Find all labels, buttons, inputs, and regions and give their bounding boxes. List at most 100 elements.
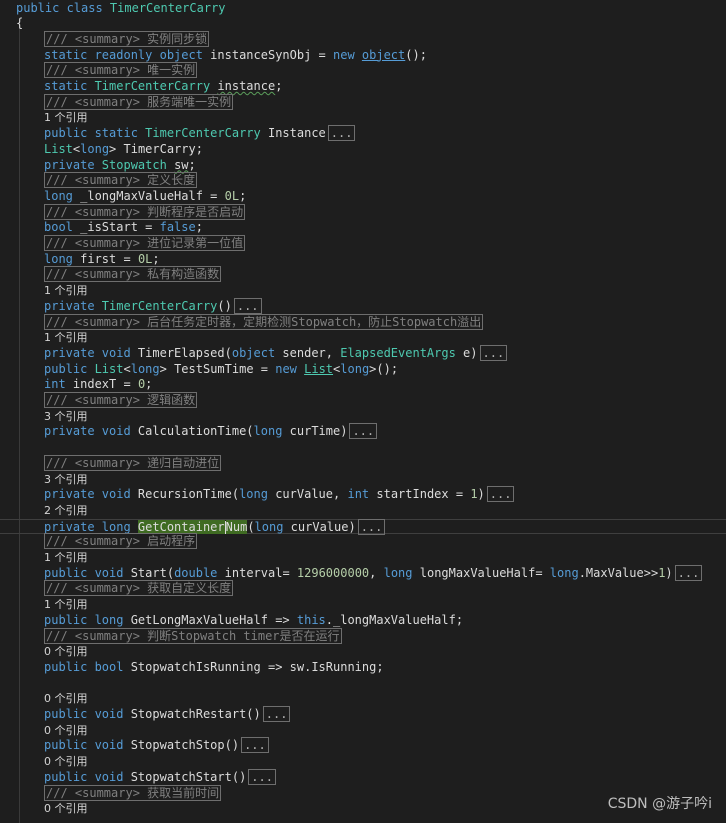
number-token: 1296000000 xyxy=(296,565,370,580)
code-line[interactable]: public class TimerCenterCarry xyxy=(0,1,726,17)
collapsed-summary-comment[interactable]: /// <summary> 获取自定义长度 xyxy=(44,580,234,597)
code-line[interactable]: /// <summary> 唯一实例 xyxy=(0,62,726,79)
keyword-token: bool xyxy=(44,220,73,235)
collapsed-summary-comment[interactable]: /// <summary> 逻辑函数 xyxy=(44,392,198,408)
code-line[interactable]: /// <summary> 判断Stopwatch timer是否在运行 xyxy=(0,627,726,645)
collapsed-region-toggle[interactable]: ... xyxy=(262,706,291,722)
collapsed-summary-comment[interactable]: /// <summary> 判断Stopwatch timer是否在运行 xyxy=(44,627,342,644)
code-line[interactable]: /// <summary> 进位记录第一位值 xyxy=(0,235,726,252)
code-line[interactable]: 0 个引用 xyxy=(0,723,726,739)
codelens-reference[interactable]: 1 个引用 xyxy=(44,598,88,611)
collapsed-summary-comment[interactable]: /// <summary> 服务端唯一实例 xyxy=(44,93,234,110)
code-line[interactable]: bool _isStart = false; xyxy=(0,220,726,236)
code-line[interactable]: public void StopwatchRestart()... xyxy=(0,706,726,723)
codelens-reference[interactable]: 3 个引用 xyxy=(44,473,88,486)
code-line[interactable]: 3 个引用 xyxy=(0,409,726,425)
codelens-reference[interactable]: 1 个引用 xyxy=(44,284,88,297)
code-line[interactable]: static readonly object instanceSynObj = … xyxy=(0,48,726,64)
code-line[interactable]: /// <summary> 服务端唯一实例 xyxy=(0,93,726,111)
code-line[interactable]: public void StopwatchStop()... xyxy=(0,737,726,754)
collapsed-summary-comment[interactable]: /// <summary> 获取当前时间 xyxy=(44,784,222,801)
code-line[interactable]: public List<long> TestSumTime = new List… xyxy=(0,362,726,378)
code-line[interactable]: public long GetLongMaxValueHalf => this.… xyxy=(0,613,726,629)
text-token: interval= xyxy=(217,565,297,580)
code-line[interactable]: long first = 0L; xyxy=(0,252,726,268)
code-line[interactable]: public void Start(double interval= 12960… xyxy=(0,564,726,582)
code-line[interactable]: 3 个引用 xyxy=(0,472,726,488)
code-line[interactable]: 1 个引用 xyxy=(0,330,726,346)
code-line[interactable]: private void RecursionTime(long curValue… xyxy=(0,486,726,503)
collapsed-summary-comment[interactable]: /// <summary> 进位记录第一位值 xyxy=(44,235,246,251)
collapsed-region-toggle[interactable]: ... xyxy=(241,737,269,754)
codelens-reference[interactable]: 0 个引用 xyxy=(44,645,88,658)
codelens-reference[interactable]: 0 个引用 xyxy=(44,755,88,768)
codelens-reference[interactable]: 0 个引用 xyxy=(44,724,88,737)
code-line[interactable]: 1 个引用 xyxy=(0,110,726,126)
codelens-reference[interactable]: 0 个引用 xyxy=(44,692,88,705)
code-line[interactable]: /// <summary> 获取自定义长度 xyxy=(0,580,726,597)
code-line[interactable]: 2 个引用 xyxy=(0,503,726,519)
code-line[interactable]: /// <summary> 实例同步锁 xyxy=(0,30,726,48)
code-line[interactable]: public bool StopwatchIsRunning => sw.IsR… xyxy=(0,660,726,676)
code-line[interactable] xyxy=(0,440,726,456)
text-token: < xyxy=(123,361,131,376)
codelens-reference[interactable]: 0 个引用 xyxy=(44,802,88,815)
text-token: StopwatchIsRunning => sw.IsRunning; xyxy=(130,659,384,674)
code-line[interactable]: 0 个引用 xyxy=(0,754,726,770)
code-line-current[interactable]: private long GetContainerNum(long curVal… xyxy=(0,518,726,535)
keyword-token: public void xyxy=(44,565,131,580)
collapsed-region-toggle[interactable]: ... xyxy=(248,768,276,785)
collapsed-region-toggle[interactable]: ... xyxy=(349,423,378,440)
code-line[interactable]: 1 个引用 xyxy=(0,550,726,566)
code-line[interactable]: private void TimerElapsed(object sender,… xyxy=(0,344,726,362)
collapsed-region-toggle[interactable]: ... xyxy=(479,344,508,361)
collapsed-region-toggle[interactable]: ... xyxy=(233,297,262,314)
collapsed-summary-comment[interactable]: /// <summary> 递归自动进位 xyxy=(44,454,222,471)
codelens-reference[interactable]: 1 个引用 xyxy=(44,111,88,124)
collapsed-summary-comment[interactable]: /// <summary> 后台任务定时器，定期检测Stopwatch，防止St… xyxy=(44,313,484,330)
text-token: Start( xyxy=(130,565,175,580)
code-line[interactable]: 0 个引用 xyxy=(0,691,726,707)
collapsed-summary-comment[interactable]: /// <summary> 唯一实例 xyxy=(44,62,198,79)
code-line[interactable]: List<long> TimerCarry; xyxy=(0,142,726,158)
collapsed-region-toggle[interactable]: ... xyxy=(327,125,356,142)
code-line[interactable]: private Stopwatch sw; xyxy=(0,158,726,174)
collapsed-region-toggle[interactable]: ... xyxy=(357,518,386,535)
code-line[interactable]: public void StopwatchStart()... xyxy=(0,768,726,786)
collapsed-region-toggle[interactable]: ... xyxy=(674,564,703,581)
text-token: ; xyxy=(188,157,196,172)
code-line[interactable]: /// <summary> 私有构造函数 xyxy=(0,266,726,283)
code-line[interactable]: { xyxy=(0,16,726,32)
codelens-reference[interactable]: 3 个引用 xyxy=(44,410,88,423)
code-line[interactable]: /// <summary> 后台任务定时器，定期检测Stopwatch，防止St… xyxy=(0,313,726,331)
code-line[interactable]: static TimerCenterCarry instance; xyxy=(0,79,726,95)
keyword-token: public void xyxy=(44,707,131,721)
codelens-reference[interactable]: 1 个引用 xyxy=(44,551,88,564)
collapsed-summary-comment[interactable]: /// <summary> 定义长度 xyxy=(44,172,198,189)
collapsed-summary-comment[interactable]: /// <summary> 私有构造函数 xyxy=(44,266,222,283)
code-line[interactable]: 1 个引用 xyxy=(0,597,726,613)
code-line[interactable]: int indexT = 0; xyxy=(0,377,726,393)
code-line[interactable]: 1 个引用 xyxy=(0,283,726,299)
text-token: ; xyxy=(195,220,203,235)
code-line[interactable]: public static TimerCenterCarry Instance.… xyxy=(0,125,726,142)
code-line[interactable]: long _longMaxValueHalf = 0L; xyxy=(0,189,726,205)
collapsed-summary-comment[interactable]: /// <summary> 实例同步锁 xyxy=(44,30,210,47)
code-line[interactable]: private TimerCenterCarry()... xyxy=(0,297,726,315)
code-editor[interactable]: public class TimerCenterCarry{/// <summa… xyxy=(0,0,726,823)
code-line[interactable]: /// <summary> 递归自动进位 xyxy=(0,454,726,472)
collapsed-summary-comment[interactable]: /// <summary> 判断程序是否启动 xyxy=(44,203,246,220)
code-line[interactable] xyxy=(0,676,726,692)
codelens-reference[interactable]: 2 个引用 xyxy=(44,504,88,517)
code-line[interactable]: /// <summary> 启动程序 xyxy=(0,533,726,550)
code-line[interactable]: /// <summary> 逻辑函数 xyxy=(0,392,726,409)
collapsed-region-toggle[interactable]: ... xyxy=(486,486,515,503)
collapsed-summary-comment[interactable]: /// <summary> 启动程序 xyxy=(44,533,198,550)
codelens-reference[interactable]: 1 个引用 xyxy=(44,331,88,344)
type-token: TimerCenterCarry xyxy=(145,126,261,141)
code-line[interactable]: /// <summary> 定义长度 xyxy=(0,172,726,189)
keyword-token: this xyxy=(296,612,326,627)
code-line[interactable]: /// <summary> 判断程序是否启动 xyxy=(0,203,726,221)
code-line[interactable]: private void CalculationTime(long curTim… xyxy=(0,423,726,440)
code-line[interactable]: 0 个引用 xyxy=(0,644,726,660)
